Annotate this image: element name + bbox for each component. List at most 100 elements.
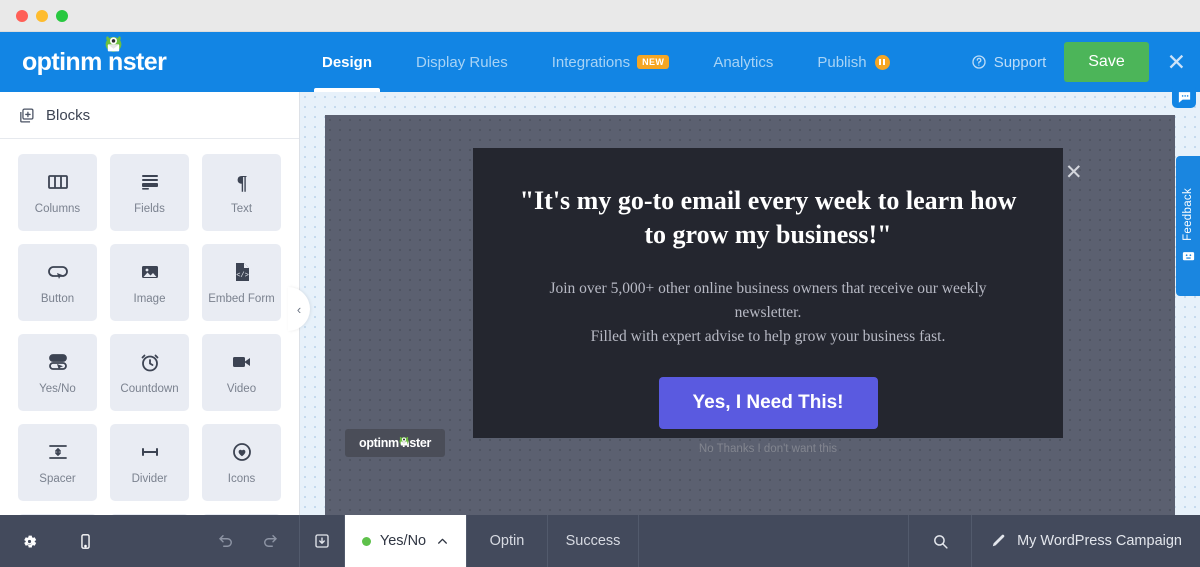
monster-mascot-icon — [399, 436, 409, 446]
watermark-text: optinm nster — [359, 436, 432, 450]
status-dot-live — [361, 536, 371, 546]
nav-right-actions: Support Save ✕ — [971, 32, 1200, 92]
popup-cta-button[interactable]: Yes, I Need This! — [658, 376, 878, 429]
optinmonster-logo[interactable]: optinm nster — [0, 32, 300, 92]
tab-display-rules-label: Display Rules — [416, 53, 508, 71]
block-icons-label: Icons — [227, 473, 256, 485]
support-label: Support — [993, 53, 1047, 71]
block-countdown[interactable]: Countdown — [110, 334, 189, 411]
campaign-name-label: My WordPress Campaign — [1017, 533, 1182, 549]
window-titlebar — [0, 0, 1200, 32]
feedback-label: Feedback — [1182, 188, 1194, 241]
block-image[interactable]: Image — [110, 244, 189, 321]
svg-text:</>: </> — [236, 272, 249, 280]
campaign-name-field[interactable]: My WordPress Campaign — [972, 515, 1200, 567]
popup-decline-link[interactable]: No Thanks I don't want this — [699, 443, 837, 455]
button-icon — [46, 260, 70, 284]
block-icons[interactable]: Icons — [202, 424, 281, 501]
popup-body-text[interactable]: Join over 5,000+ other online business o… — [517, 277, 1019, 349]
popup-close-icon[interactable]: ✕ — [1065, 162, 1083, 183]
chat-support-icon[interactable] — [1172, 84, 1196, 108]
chat-bubble-icon — [1178, 91, 1190, 103]
block-video[interactable]: Video — [202, 334, 281, 411]
block-text-label: Text — [230, 203, 253, 215]
block-columns-label: Columns — [34, 203, 81, 215]
tab-analytics-label: Analytics — [713, 53, 774, 71]
block-yes-no-label: Yes/No — [39, 383, 76, 395]
popup-body-line-2: Filled with expert advise to help grow y… — [590, 327, 946, 345]
popup-body-line-1: Join over 5,000+ other online business o… — [549, 279, 987, 321]
pencil-icon — [992, 534, 1005, 547]
gear-icon[interactable] — [20, 532, 39, 551]
undo-icon[interactable] — [217, 532, 235, 550]
window-close-button[interactable] — [16, 9, 28, 22]
campaign-preview-overlay: "It's my go-to email every week to learn… — [325, 115, 1175, 515]
bottom-toolbar: Yes/No Optin Success My WordPress Campai… — [0, 515, 1200, 567]
window-minimize-button[interactable] — [36, 9, 48, 22]
yes-no-icon — [46, 350, 70, 374]
close-builder-icon[interactable]: ✕ — [1167, 50, 1186, 74]
window-maximize-button[interactable] — [56, 9, 68, 22]
tab-yes-no[interactable]: Yes/No — [345, 515, 467, 567]
tab-display-rules[interactable]: Display Rules — [394, 32, 530, 92]
search-button[interactable] — [909, 515, 973, 567]
block-fields-label: Fields — [134, 203, 165, 215]
toolbar-spacer — [639, 515, 910, 567]
bottom-left-controls — [0, 515, 300, 567]
tab-optin[interactable]: Optin — [467, 515, 548, 567]
spacer-icon — [46, 440, 70, 464]
block-fields[interactable]: Fields — [110, 154, 189, 231]
block-embed-form[interactable]: </> Embed Form — [202, 244, 281, 321]
text-icon: ¶ — [230, 170, 254, 194]
image-icon — [138, 260, 162, 284]
help-circle-icon — [972, 55, 986, 69]
logo-text: optinm nster — [22, 47, 167, 76]
countdown-icon — [138, 350, 162, 374]
save-button[interactable]: Save — [1064, 42, 1149, 82]
chevron-up-icon — [438, 538, 448, 544]
block-spacer-label: Spacer — [39, 473, 76, 485]
optinmonster-campaign-builder: optinm nster Design Display Rules Integr… — [0, 0, 1200, 567]
search-icon — [933, 534, 948, 549]
embed-form-icon: </> — [230, 260, 254, 284]
tab-analytics[interactable]: Analytics — [691, 32, 795, 92]
block-image-label: Image — [133, 293, 166, 305]
block-divider[interactable]: Divider — [110, 424, 189, 501]
watermark-badge: optinm nster — [345, 429, 446, 457]
import-button[interactable] — [300, 515, 345, 567]
mobile-preview-icon[interactable] — [77, 533, 94, 550]
popup-headline[interactable]: "It's my go-to email every week to learn… — [517, 184, 1019, 252]
block-countdown-label: Countdown — [120, 383, 179, 395]
block-spacer[interactable]: Spacer — [18, 424, 97, 501]
tab-integrations[interactable]: Integrations NEW — [530, 32, 692, 92]
block-embed-form-label: Embed Form — [208, 293, 275, 305]
monster-mascot-icon — [105, 36, 122, 52]
support-button[interactable]: Support — [971, 53, 1047, 71]
tab-design[interactable]: Design — [300, 32, 394, 92]
tab-success[interactable]: Success — [548, 515, 639, 567]
tab-publish-label: Publish — [817, 53, 867, 71]
icons-icon — [230, 440, 254, 464]
block-text[interactable]: ¶ Text — [202, 154, 281, 231]
blocks-icon — [20, 107, 34, 123]
divider-icon — [138, 440, 162, 464]
block-video-label: Video — [226, 383, 257, 395]
svg-text:¶: ¶ — [236, 172, 247, 194]
blocks-header-label: Blocks — [46, 106, 91, 124]
feedback-tab[interactable]: Feedback — [1176, 156, 1200, 296]
feedback-smiley-icon — [1182, 252, 1194, 261]
popup-campaign: "It's my go-to email every week to learn… — [473, 148, 1063, 455]
block-divider-label: Divider — [131, 473, 168, 485]
blocks-header: Blocks — [0, 92, 299, 139]
block-columns[interactable]: Columns — [18, 154, 97, 231]
tab-publish[interactable]: Publish — [795, 32, 911, 92]
block-button[interactable]: Button — [18, 244, 97, 321]
columns-icon — [46, 170, 70, 194]
video-icon — [230, 350, 254, 374]
nav-tabs: Design Display Rules Integrations NEW An… — [300, 32, 912, 92]
tab-yes-no-label: Yes/No — [379, 533, 427, 549]
optinmonster-watermark[interactable]: optinm nster — [335, 429, 446, 479]
block-yes-no[interactable]: Yes/No — [18, 334, 97, 411]
redo-icon[interactable] — [261, 532, 279, 550]
blocks-sidebar: Blocks Columns Fields ¶ Text Button Imag… — [0, 92, 300, 515]
